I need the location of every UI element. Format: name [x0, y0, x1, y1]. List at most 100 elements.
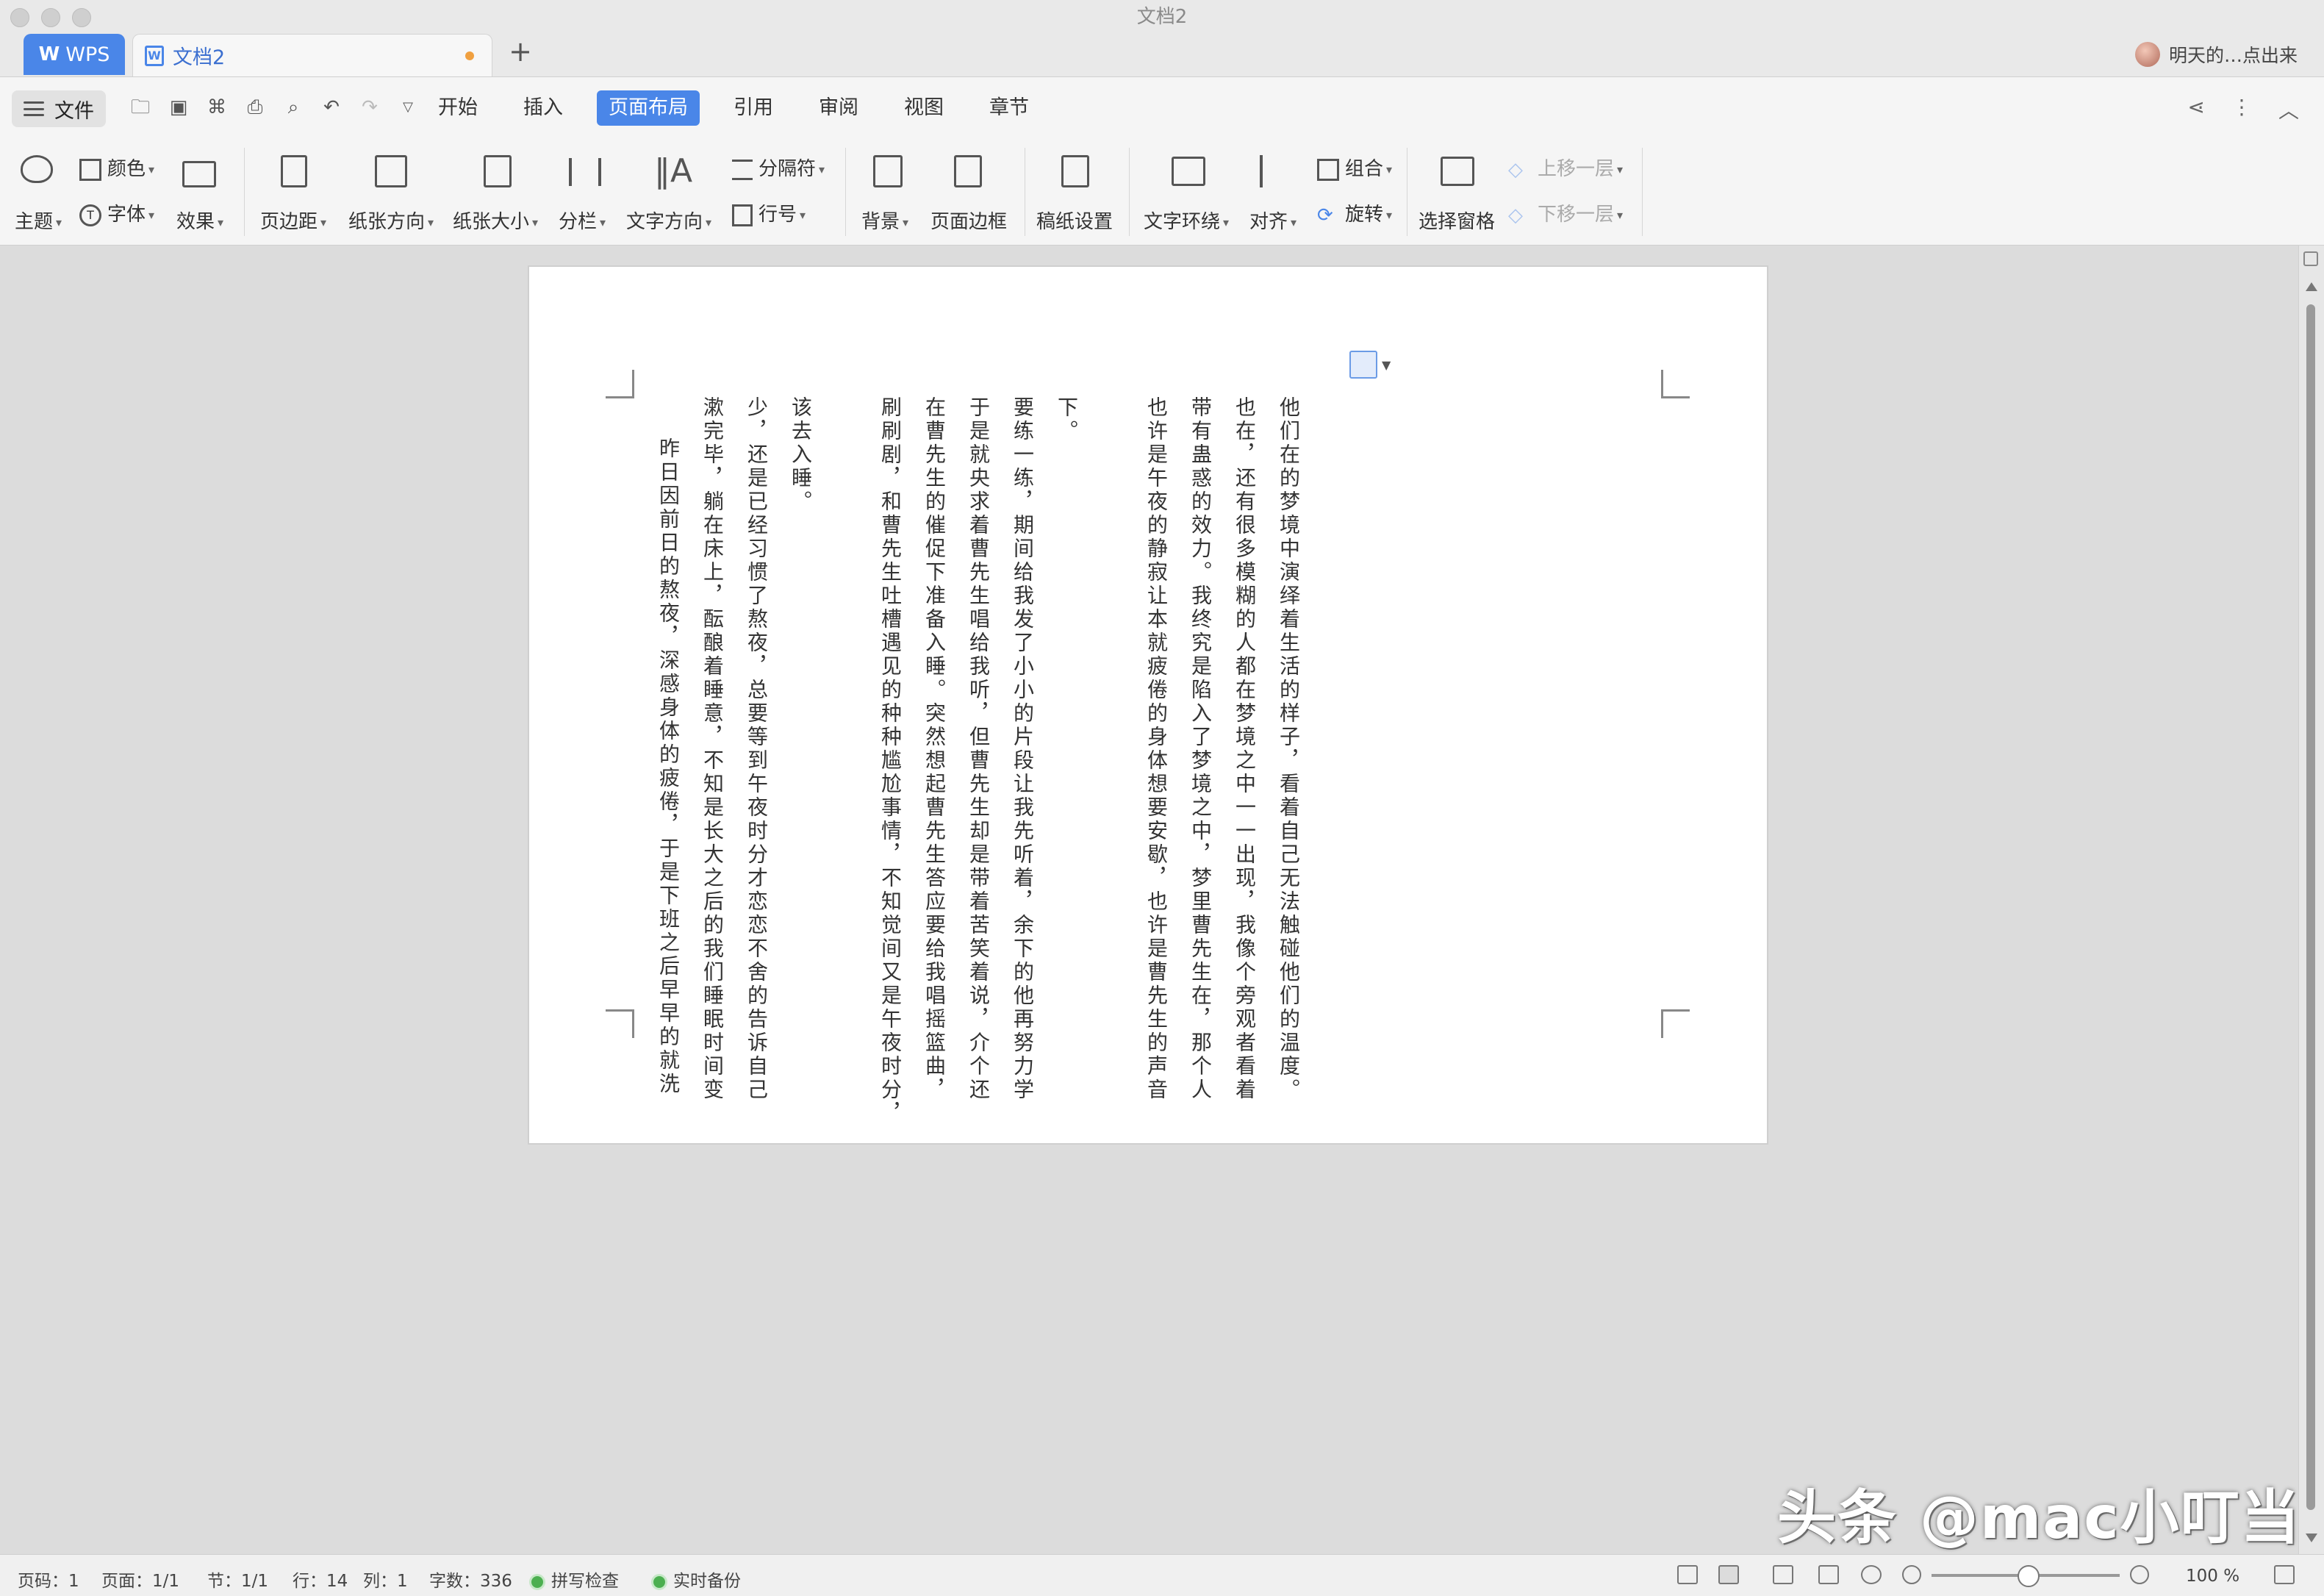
- color-button[interactable]: 颜色 ▾: [79, 154, 154, 181]
- text-column[interactable]: 带有蛊惑的效力。我终究是陷入了梦境之中，梦里曹先生在，那个人: [1188, 396, 1213, 1102]
- eye-protection-icon[interactable]: [1861, 1565, 1882, 1584]
- minimize-window-button[interactable]: [41, 8, 60, 27]
- selection-pane-label: 选择窗格: [1419, 211, 1496, 233]
- text-column[interactable]: 要练一练，期间给我发了小小的片段让我先听着，余下的他再努力学: [1010, 396, 1035, 1102]
- paste-options-button[interactable]: ▼: [1349, 351, 1391, 379]
- window-controls[interactable]: [10, 8, 91, 27]
- crop-mark-top-left: [606, 370, 634, 398]
- backup-toggle[interactable]: 实时备份: [651, 1567, 741, 1592]
- columns-button[interactable]: 分栏 ▾: [559, 151, 617, 233]
- scroll-down-icon[interactable]: [2306, 1534, 2317, 1542]
- user-account[interactable]: 明天的…点出来: [2134, 41, 2298, 68]
- text-column[interactable]: 也许是午夜的静寂让本就疲倦的身体想要安歇，也许是曹先生的声音: [1144, 396, 1169, 1102]
- page-code[interactable]: 页码：1: [18, 1567, 79, 1592]
- page-view-icon[interactable]: [1718, 1565, 1739, 1584]
- page-count[interactable]: 页面：1/1: [101, 1567, 179, 1592]
- line-numbers-button[interactable]: 行号 ▾: [732, 199, 806, 226]
- zoom-level[interactable]: 100 %: [2186, 1567, 2239, 1586]
- text-column[interactable]: 昨日因前日的熬夜，深感身体的疲倦，于是下班之后早早的就洗: [656, 437, 681, 1096]
- text-column[interactable]: 他们在的梦境中演绎着生活的样子，看着自己无法触碰他们的温度。: [1276, 396, 1301, 1102]
- font-button[interactable]: T 字体 ▾: [79, 199, 154, 226]
- margins-button[interactable]: 页边距 ▾: [260, 151, 334, 233]
- tab-review[interactable]: 审阅: [807, 90, 870, 126]
- new-tab-button[interactable]: +: [504, 35, 537, 68]
- text-column[interactable]: 少，还是已经习惯了熬夜，总要等到午夜时分才恋恋不舍的告诉自己: [744, 396, 769, 1102]
- open-folder-icon[interactable]: 🗀: [129, 96, 151, 118]
- color-label: 颜色: [107, 158, 146, 180]
- group-button[interactable]: 组合 ▾: [1317, 154, 1392, 181]
- tab-references[interactable]: 引用: [722, 90, 785, 126]
- text-column[interactable]: 也在，还有很多模糊的人都在梦境之中一一出现，我像个旁观者看着: [1232, 396, 1257, 1102]
- background-button[interactable]: 背景 ▾: [861, 151, 920, 233]
- rotate-button[interactable]: ⟳ 旋转 ▾: [1317, 199, 1392, 226]
- backup-label: 实时备份: [673, 1572, 741, 1591]
- effect-label: 效果: [176, 211, 215, 233]
- manuscript-settings-button[interactable]: 稿纸设置: [1036, 151, 1117, 233]
- row-number: 行：14: [293, 1572, 348, 1591]
- text-column[interactable]: 在曹先生的催促下准备入睡。突然想起曹先生答应要给我唱摇篮曲，: [922, 396, 947, 1102]
- tab-start[interactable]: 开始: [426, 90, 489, 126]
- undo-icon[interactable]: ↶: [320, 96, 342, 118]
- text-wrap-button[interactable]: 文字环绕 ▾: [1144, 151, 1235, 233]
- fullscreen-view-icon[interactable]: [1677, 1565, 1698, 1584]
- ribbon-separator: [244, 148, 245, 236]
- file-menu-button[interactable]: 文件: [12, 90, 106, 127]
- zoom-out-icon[interactable]: [1902, 1565, 1921, 1584]
- background-label: 背景: [861, 211, 900, 233]
- text-wrap-label: 文字环绕: [1144, 211, 1221, 233]
- save-icon[interactable]: ▣: [168, 96, 190, 118]
- zoom-in-icon[interactable]: [2130, 1565, 2149, 1584]
- ribbon-tabs: 开始 插入 页面布局 引用 审阅 视图 章节: [426, 90, 1041, 126]
- paper-size-button[interactable]: 纸张大小 ▾: [453, 151, 544, 233]
- format-painter-icon[interactable]: ⌘: [206, 96, 228, 118]
- vertical-scrollbar[interactable]: [2298, 246, 2324, 1554]
- print-preview-icon[interactable]: ⌕: [282, 96, 304, 118]
- more-options-icon[interactable]: ⋮: [2231, 95, 2252, 124]
- text-column[interactable]: 该去入睡。: [788, 396, 813, 514]
- tab-page-layout[interactable]: 页面布局: [597, 90, 700, 126]
- page-border-button[interactable]: 页面边框: [930, 151, 1011, 233]
- section-count[interactable]: 节：1/1: [207, 1567, 268, 1592]
- text-column[interactable]: 下。: [1054, 396, 1079, 443]
- text-column[interactable]: 刷刷剧，和曹先生吐槽遇见的种种尴尬事情，不知觉间又是午夜时分，: [878, 396, 903, 1126]
- user-name[interactable]: 明天的…点出来: [2169, 41, 2298, 68]
- document-page[interactable]: ▼ 他们在的梦境中演绎着生活的样子，看着自己无法触碰他们的温度。 也在，还有很多…: [529, 267, 1767, 1143]
- web-view-icon[interactable]: [1818, 1565, 1839, 1584]
- theme-button[interactable]: 主题 ▾: [15, 151, 62, 233]
- close-window-button[interactable]: [10, 8, 29, 27]
- tab-view[interactable]: 视图: [892, 90, 955, 126]
- scrollbar-thumb[interactable]: [2306, 304, 2315, 1510]
- customize-toolbar-icon[interactable]: ▽: [397, 96, 419, 118]
- text-direction-button[interactable]: ‖A 文字方向 ▾: [626, 151, 717, 233]
- text-column[interactable]: 于是就央求着曹先生唱给我听，但曹先生却是带着苦笑着说，介个还: [966, 396, 991, 1102]
- word-count[interactable]: 字数：336: [429, 1567, 512, 1592]
- tab-insert[interactable]: 插入: [512, 90, 575, 126]
- document-tab[interactable]: W 文档2: [132, 34, 492, 76]
- align-button[interactable]: 对齐 ▾: [1249, 151, 1308, 233]
- orientation-button[interactable]: 纸张方向 ▾: [348, 151, 440, 233]
- share-icon[interactable]: ⋖: [2188, 95, 2205, 124]
- collapse-ribbon-icon[interactable]: ︿: [2278, 95, 2299, 124]
- text-column[interactable]: 漱完毕，躺在床上，酝酿着睡意，不知是长大之后的我们睡眠时间变: [700, 396, 725, 1102]
- redo-icon[interactable]: ↷: [359, 96, 381, 118]
- selection-pane-button[interactable]: 选择窗格: [1419, 151, 1499, 233]
- bring-forward-button[interactable]: ◇ 上移一层 ▾: [1508, 154, 1623, 181]
- maximize-window-button[interactable]: [72, 8, 91, 27]
- fit-window-icon[interactable]: [2274, 1565, 2295, 1584]
- page-nav-icon[interactable]: [2303, 251, 2318, 266]
- scroll-up-icon[interactable]: [2306, 282, 2317, 291]
- separator-button[interactable]: 分隔符 ▾: [732, 154, 825, 181]
- spell-check-toggle[interactable]: 拼写检查: [529, 1567, 619, 1592]
- outline-view-icon[interactable]: [1773, 1565, 1793, 1584]
- zoom-slider-thumb[interactable]: [2018, 1565, 2040, 1587]
- avatar[interactable]: [2134, 42, 2160, 67]
- text-direction-label: 文字方向: [626, 211, 703, 233]
- document-tab-label: 文档2: [173, 46, 226, 69]
- send-backward-button[interactable]: ◇ 下移一层 ▾: [1508, 199, 1623, 226]
- orientation-icon: [375, 155, 407, 187]
- wps-logo-icon: W: [38, 43, 60, 65]
- effect-button[interactable]: 效果 ▾: [176, 151, 228, 233]
- print-icon[interactable]: ⎙: [244, 96, 266, 118]
- tab-chapter[interactable]: 章节: [978, 90, 1041, 126]
- wps-home-tab[interactable]: W WPS: [24, 34, 125, 75]
